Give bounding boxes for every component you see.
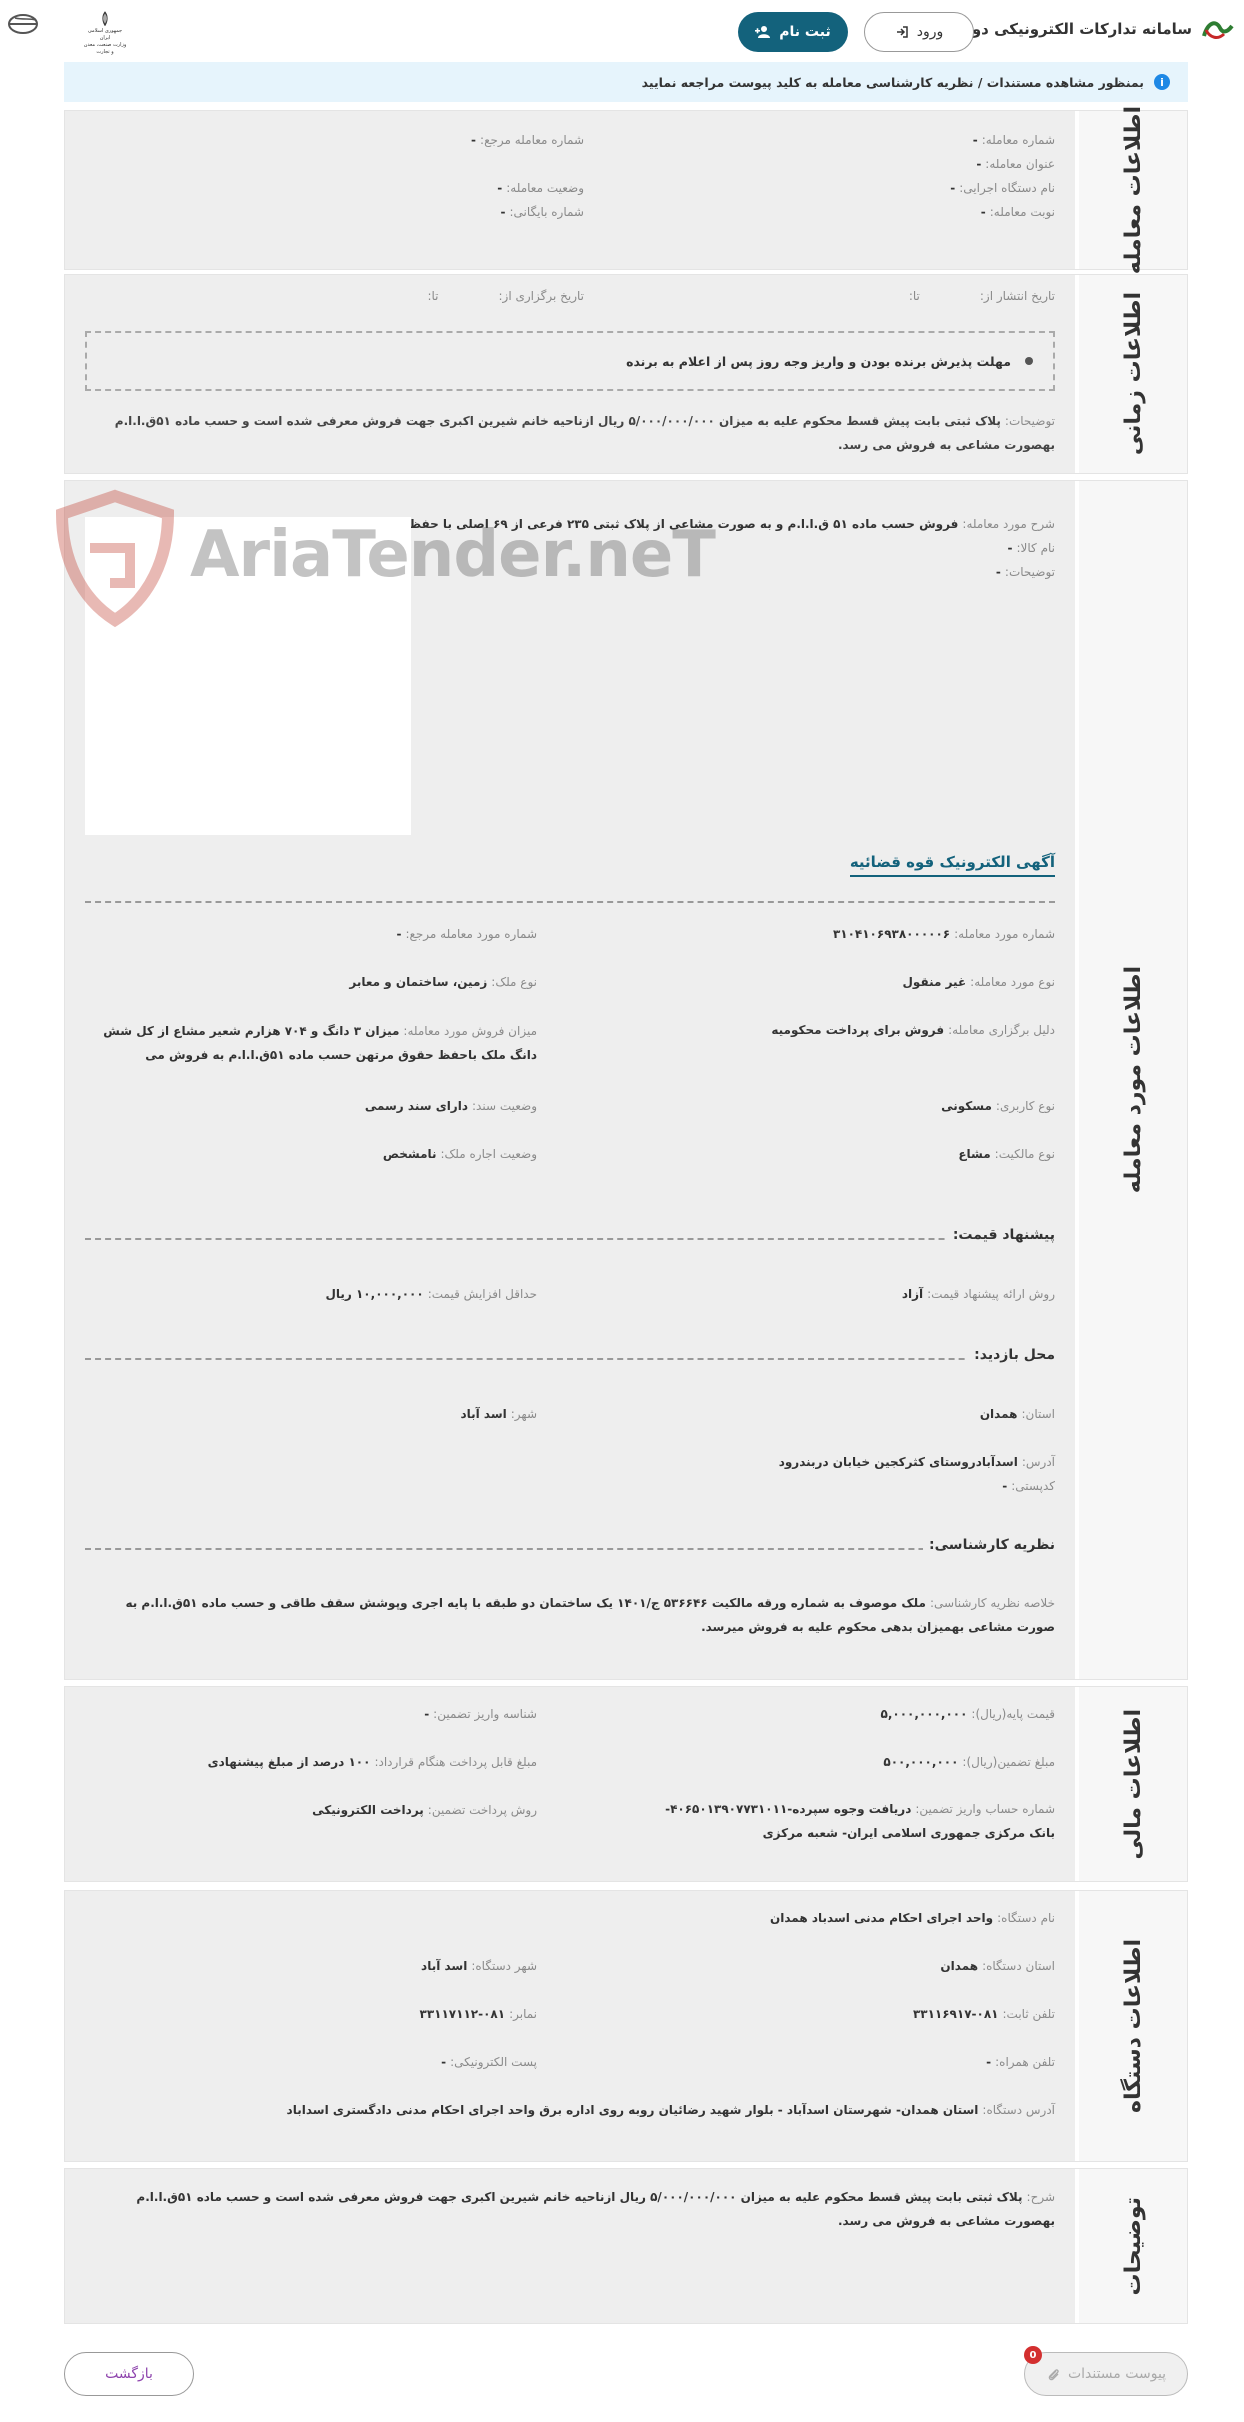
attachment-count-badge: 0: [1024, 2346, 1042, 2364]
deal-title-field: عنوان معامله:-: [976, 157, 1055, 171]
section-label: اطلاعات زمانی: [1075, 275, 1187, 473]
mobile-field: تلفن همراه:-: [986, 2055, 1055, 2069]
price-offer-heading: پیشنهاد قیمت:: [946, 1227, 1055, 1243]
iran-emblem-icon: [102, 11, 108, 27]
property-type-field: نوع ملک:زمین، ساختمان و معابر: [349, 975, 537, 989]
login-icon: [896, 26, 908, 38]
deed-status-field: وضعیت سند:دارای سند رسمی: [364, 1099, 537, 1113]
deal-number-field: شماره معامله:-: [972, 133, 1055, 147]
add-user-icon: [755, 26, 771, 38]
ref-number-field: شماره معامله مرجع:-: [471, 133, 584, 147]
time-description-field: توضیحات:پلاک ثبتی بابت پیش قسط محکوم علی…: [114, 414, 1055, 452]
setad-logo-icon: [1202, 21, 1234, 39]
judiciary-ad-link[interactable]: آگهی الکترونیک قوه قضائیه: [849, 853, 1055, 877]
section-label: اطلاعات مورد معامله: [1075, 481, 1187, 1679]
notes-desc-field: شرح:پلاک ثبتی بابت پیش قسط محکوم علیه به…: [136, 2190, 1055, 2228]
expert-summary-field: خلاصه نظریه کارشناسی:ملک موصوف به شماره …: [125, 1596, 1055, 1634]
min-increase-field: حداقل افزایش قیمت:۱۰,۰۰۰,۰۰۰ ریال: [325, 1287, 537, 1301]
postal-code-field: کدپستی:-: [1002, 1479, 1055, 1493]
partner-logo: [2, 10, 44, 56]
account-number-field: شماره حساب واریز تضمین:دریافت وجوه سپرده…: [665, 1802, 1055, 1840]
item-desc-field: شرح مورد معامله:فروش حسب ماده ۵۱ ق.ا.ا.م…: [327, 517, 1055, 531]
top-header: سامانه تدارکات الکترونیکی دولت ثبت نام و…: [0, 0, 1244, 64]
phone-field: تلفن ثابت:۰۸۱-۳۳۱۱۶۹۱۷: [912, 2007, 1055, 2021]
financial-info-section: اطلاعات مالی قیمت پایه(ریال):۵,۰۰۰,۰۰۰,۰…: [64, 1686, 1188, 1882]
payment-method-field: روش پرداخت تضمین:پرداخت الکترونیکی: [312, 1803, 537, 1817]
usage-type-field: نوع کاربری:مسکونی: [941, 1099, 1055, 1113]
section-label: اطلاعات مالی: [1075, 1687, 1187, 1881]
reason-field: دلیل برگزاری معامله:فروش برای پرداخت محک…: [771, 1023, 1055, 1037]
goods-name-field: نام کالا:-: [1007, 541, 1055, 555]
item-type-field: نوع مورد معامله:غیر منقول: [902, 975, 1055, 989]
deal-status-field: وضعیت معامله:-: [497, 181, 584, 195]
deadline-notice: مهلت پذیرش برنده بودن و واریز وجه روز پس…: [85, 331, 1055, 391]
guarantee-amount-field: مبلغ تضمین(ریال):۵۰۰,۰۰۰,۰۰۰: [883, 1755, 1055, 1769]
section-label: اطلاعات معامله: [1075, 106, 1187, 274]
email-field: پست الکترونیکی:-: [441, 2055, 537, 2069]
agency-city-field: شهر دستگاه:اسد آباد: [421, 1959, 537, 1973]
deal-info-section: اطلاعات معامله شماره معامله:- عنوان معام…: [64, 106, 1188, 274]
visit-location-heading: محل بازدید:: [968, 1347, 1055, 1363]
info-icon: i: [1154, 74, 1170, 90]
register-button[interactable]: ثبت نام: [738, 12, 848, 52]
ownership-type-field: نوع مالکیت:مشاع: [958, 1147, 1055, 1161]
lease-status-field: وضعیت اجاره ملک:نامشخص: [382, 1147, 537, 1161]
base-price-field: قیمت پایه(ریال):۵,۰۰۰,۰۰۰,۰۰۰: [880, 1707, 1056, 1721]
item-image: [85, 517, 411, 835]
city-field: شهر:اسد آباد: [460, 1407, 537, 1421]
contract-payment-field: مبلغ قابل پرداخت هنگام قرارداد:۱۰۰ درصد …: [207, 1755, 537, 1769]
item-number-field: شماره مورد معامله:۳۱۰۴۱۰۶۹۳۸۰۰۰۰۰۶: [832, 927, 1055, 941]
deal-turn-field: نوبت معامله:-: [980, 205, 1055, 219]
archive-number-field: شماره بایگانی:-: [500, 205, 584, 219]
notes-field: توضیحات:-: [995, 565, 1055, 579]
address-field: آدرس:اسدآبادروستای کثرکجین خیابان دربندر…: [778, 1455, 1055, 1469]
agency-info-section: اطلاعات دستگاه نام دستگاه:واحد اجرای احک…: [64, 1890, 1188, 2162]
agency-name-field: نام دستگاه:واحد اجرای احکام مدنی اسدباد …: [770, 1911, 1055, 1925]
province-field: استان:همدان: [979, 1407, 1055, 1421]
section-label: اطلاعات دستگاه: [1075, 1891, 1187, 2161]
item-ref-number-field: شماره مورد معامله مرجع:-: [396, 927, 537, 941]
time-info-section: اطلاعات زمانی تاریخ انتشار از:تا: تاریخ …: [64, 274, 1188, 474]
paperclip-icon: [1048, 2369, 1059, 2381]
globe-logo-icon: [8, 14, 38, 34]
hold-date-field: تاریخ برگزاری از:تا:: [427, 289, 584, 303]
fax-field: نمابر:۰۸۱-۳۳۱۱۷۱۱۲: [419, 2007, 538, 2021]
section-label: توضیحات: [1075, 2169, 1187, 2323]
brand[interactable]: سامانه تدارکات الکترونیکی دولت: [950, 14, 1236, 44]
ministry-logo: جمهوری اسلامی ایران وزارت صنعت، معدن و ت…: [82, 10, 128, 56]
agency-name-field: نام دستگاه اجرایی:-: [950, 181, 1055, 195]
expert-opinion-heading: نظریه کارشناسی:: [923, 1537, 1055, 1553]
login-button[interactable]: ورود: [864, 12, 974, 52]
agency-province-field: استان دستگاه:همدان: [940, 1959, 1055, 1973]
item-info-section: اطلاعات مورد معامله شرح مورد معامله:فروش…: [64, 480, 1188, 1680]
attachments-button[interactable]: پیوست مستندات: [1024, 2352, 1188, 2396]
back-button[interactable]: بازگشت: [64, 2352, 194, 2396]
notes-section: توضیحات شرح:پلاک ثبتی بابت پیش قسط محکوم…: [64, 2168, 1188, 2324]
guarantee-deposit-id-field: شناسه واریز تضمین:-: [424, 1707, 537, 1721]
attachment-notice: i بمنظور مشاهده مستندات / نظریه کارشناسی…: [64, 62, 1188, 102]
agency-address-field: آدرس دستگاه:استان همدان- شهرستان اسدآباد…: [286, 2103, 1055, 2117]
offer-method-field: روش ارائه پیشنهاد قیمت:آزاد: [901, 1287, 1055, 1301]
publish-date-field: تاریخ انتشار از:تا:: [908, 289, 1055, 303]
app-title: سامانه تدارکات الکترونیکی دولت: [950, 20, 1192, 38]
sale-amount-field: میزان فروش مورد معامله:میزان ۳ دانگ و ۷۰…: [103, 1024, 537, 1062]
